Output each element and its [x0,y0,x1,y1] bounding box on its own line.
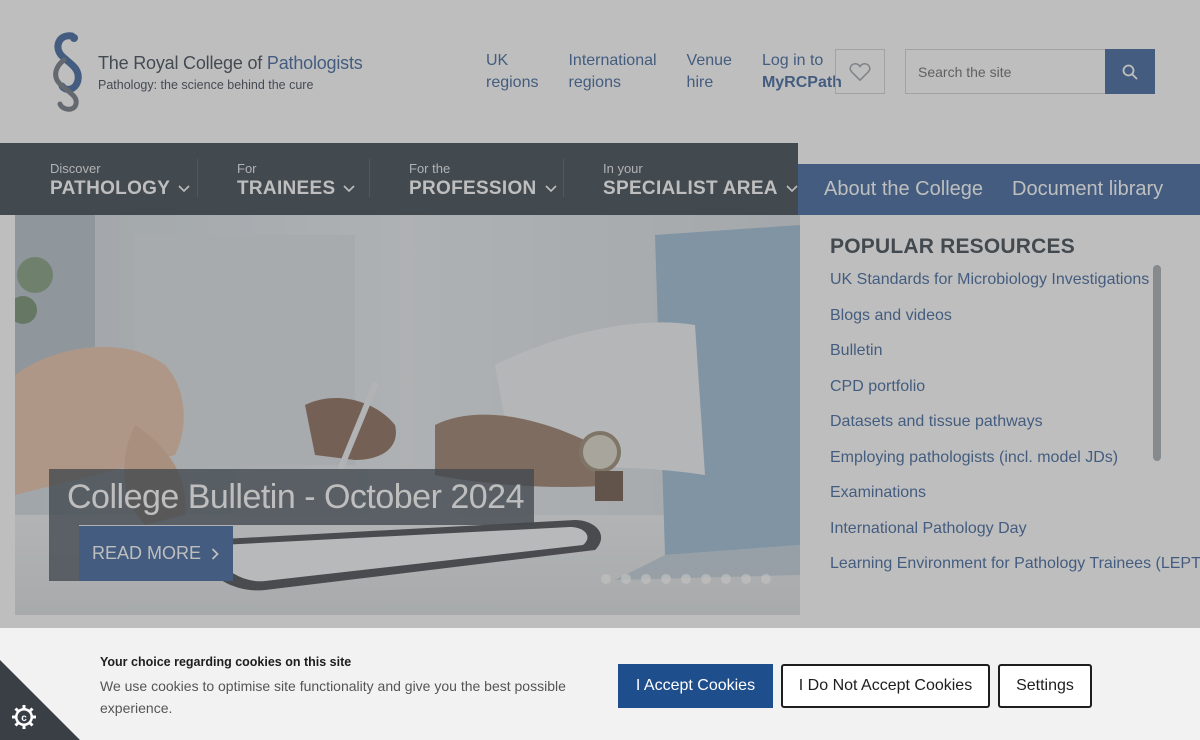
popular-resource-link[interactable]: Blogs and videos [830,305,1160,341]
login-line1: Log in to [761,52,824,69]
popular-resource-link[interactable]: Employing pathologists (incl. model JDs) [830,447,1160,483]
carousel-dot[interactable] [641,574,651,584]
carousel-dot[interactable] [601,574,611,584]
nav-divider [197,159,198,197]
carousel-dot[interactable] [721,574,731,584]
chevron-down-icon [545,185,557,193]
popular-resource-link[interactable]: Datasets and tissue pathways [830,411,1160,447]
carousel-dot[interactable] [621,574,631,584]
nav-discover-small: Discover [50,161,101,176]
carousel-dot[interactable] [701,574,711,584]
carousel-dot[interactable] [741,574,751,584]
popular-resource-link[interactable]: International Pathology Day [830,518,1160,554]
popular-resource-link[interactable]: Examinations [830,482,1160,518]
popular-resource-link[interactable]: UK Standards for Microbiology Investigat… [830,269,1160,305]
nav-specialist-small: In your [603,161,643,176]
accept-cookies-button[interactable]: I Accept Cookies [618,664,773,708]
search-icon [1122,64,1138,79]
caption-extension [49,525,79,581]
nav-divider [563,159,564,197]
hero-caption: College Bulletin - October 2024 [49,469,534,525]
college-logo-mark [53,32,82,112]
carousel-dot[interactable] [661,574,671,584]
popular-resources-scrollbar[interactable] [1153,265,1161,461]
cookie-settings-button[interactable]: Settings [998,664,1092,708]
nav-discover-big: PATHOLOGY [50,178,171,199]
international-regions-line1: International [568,52,657,69]
nav-trainees-small: For [237,161,257,176]
hero-carousel[interactable]: College Bulletin - October 2024 READ MOR… [15,215,800,615]
uk-regions-line2: regions [486,74,539,91]
chevron-down-icon [178,185,190,193]
nav-specialist-big: SPECIALIST AREA [603,178,778,199]
main-navigation: Discover PATHOLOGY For TRAINEES For the … [0,143,798,215]
venue-hire-line2: hire [686,74,714,91]
login-myrcpath-link[interactable]: Log in to MyRCPath [762,50,842,94]
nav-specialist-area[interactable]: In your SPECIALIST AREA [603,143,798,200]
international-regions-link[interactable]: International regions [568,50,656,94]
logo-title: The Royal College of Pathologists [98,53,363,74]
nav-for-the-profession[interactable]: For the PROFESSION [409,143,557,200]
cookie-settings-corner[interactable]: c [0,660,80,740]
cookie-consent-bar: Your choice regarding cookies on this si… [0,628,1200,740]
heart-icon [849,62,871,81]
utility-links: UK regions International regions Venue hire… [486,50,872,94]
favourites-button[interactable] [835,49,885,94]
cookie-settings-icon: c [0,660,80,740]
secondary-navigation: About the College Document library [798,164,1200,215]
decline-cookies-button[interactable]: I Do Not Accept Cookies [781,664,990,708]
nav-divider [369,159,370,197]
login-line2: MyRCPath [761,74,842,91]
uk-regions-line1: UK [486,52,509,69]
popular-resource-link[interactable]: CPD portfolio [830,376,1160,412]
site-search [905,49,1155,94]
logo-title-accent: Pathologists [266,52,363,73]
popular-resources-list: UK Standards for Microbiology Investigat… [830,269,1200,589]
site-header: The Royal College of Pathologists Pathol… [0,0,1200,143]
cookie-title: Your choice regarding cookies on this si… [100,655,352,669]
popular-resources-title: POPULAR RESOURCES [830,235,1075,258]
nav-profession-big: PROFESSION [409,178,537,199]
venue-hire-line1: Venue [686,52,732,69]
nav-profession-small: For the [409,161,451,176]
popular-resource-link[interactable]: Bulletin [830,340,1160,376]
search-input[interactable] [905,49,1105,94]
chevron-right-icon [211,547,219,560]
search-button[interactable] [1105,49,1155,94]
logo-title-prefix: The Royal College of [98,52,267,73]
about-the-college-link[interactable]: About the College [824,178,983,201]
carousel-dot[interactable] [761,574,771,584]
international-regions-line2: regions [568,74,621,91]
chevron-down-icon [786,185,798,193]
college-logo[interactable]: The Royal College of Pathologists Pathol… [44,30,363,114]
popular-resources-panel: POPULAR RESOURCES UK Standards for Micro… [800,215,1200,615]
read-more-label: READ MORE [92,543,202,563]
chevron-down-icon [343,185,356,193]
venue-hire-link[interactable]: Venue hire [687,50,732,94]
svg-text:c: c [21,713,27,724]
logo-tagline: Pathology: the science behind the cure [98,77,314,92]
document-library-link[interactable]: Document library [1012,178,1163,201]
nav-discover-pathology[interactable]: Discover PATHOLOGY [50,143,190,200]
nav-for-trainees[interactable]: For TRAINEES [237,143,356,200]
popular-resource-link[interactable]: Learning Environment for Pathology Train… [830,553,1200,589]
read-more-button[interactable]: READ MORE [79,526,234,581]
carousel-dots [601,574,781,584]
nav-trainees-big: TRAINEES [237,178,336,199]
carousel-dot[interactable] [681,574,691,584]
uk-regions-link[interactable]: UK regions [486,50,538,94]
cookie-description: We use cookies to optimise site function… [100,678,566,716]
